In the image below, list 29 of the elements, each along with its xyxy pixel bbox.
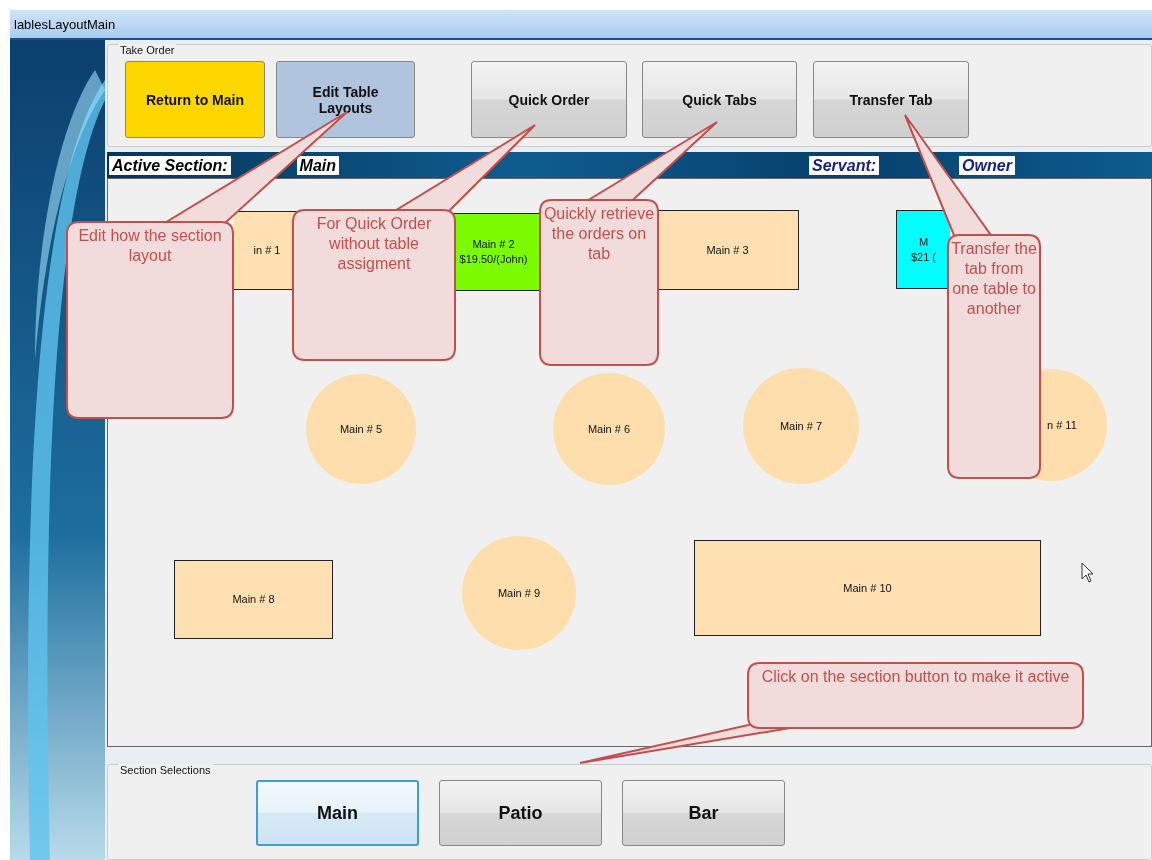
table[interactable]: Main # 3	[656, 210, 799, 290]
window-title: lablesLayoutMain	[14, 16, 116, 32]
group-label: Section Selections	[118, 764, 213, 776]
servant-label: Servant:	[809, 155, 880, 175]
table[interactable]: Main # 5	[306, 374, 416, 484]
section-button[interactable]: Patio	[439, 780, 602, 846]
table[interactable]: Main # 10	[694, 540, 1041, 636]
group-label: Take Order	[118, 44, 177, 56]
toolbar-button[interactable]: Edit Table Layouts	[276, 61, 415, 138]
table[interactable]: Main # 8	[174, 560, 333, 639]
tooltip-text: Edit how the section layout	[77, 226, 223, 266]
tooltip-text: Transfer the tab from one table to another	[951, 239, 1037, 319]
toolbar-button[interactable]: Return to Main	[125, 61, 265, 138]
table[interactable]: M $21 (	[896, 210, 950, 289]
tooltip-text: Quickly retrieve the orders on tab	[543, 204, 655, 264]
active-section-label: Active Section:	[109, 155, 231, 175]
toolbar-button[interactable]: Quick Tabs	[642, 61, 797, 138]
toolbar-button[interactable]: Quick Order	[471, 61, 627, 138]
table[interactable]: Main # 6	[553, 373, 665, 485]
servant-value: Owner	[959, 155, 1015, 175]
table[interactable]: Main # 9	[462, 536, 576, 650]
toolbar-button[interactable]: Transfer Tab	[813, 61, 969, 138]
active-section-value: Main	[296, 155, 340, 175]
section-button[interactable]: Main	[256, 780, 419, 846]
section-button[interactable]: Bar	[622, 780, 785, 846]
cursor-icon	[1081, 562, 1095, 584]
tooltip-text: For Quick Order without table assigment	[315, 214, 433, 274]
table[interactable]: Main # 7	[743, 368, 859, 484]
tooltip-text: Click on the section button to make it active	[760, 667, 1071, 687]
